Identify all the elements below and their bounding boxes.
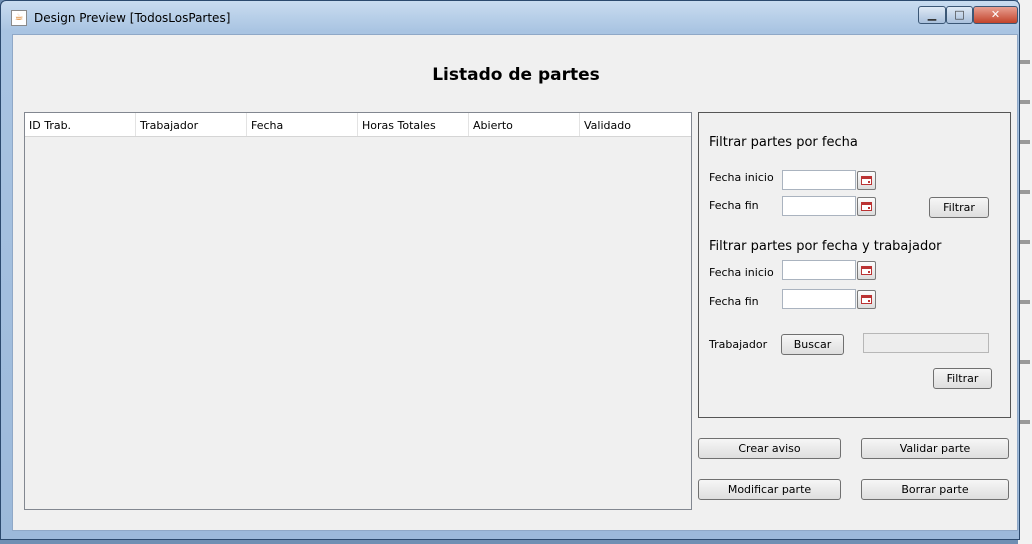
window-title: Design Preview [TodosLosPartes] (34, 11, 231, 25)
start-date-calendar-button[interactable] (857, 171, 876, 190)
column-header-id[interactable]: ID Trab. (25, 113, 136, 136)
calendar-icon (861, 266, 872, 275)
start-date-label: Fecha inicio (709, 171, 774, 184)
worker-end-date-label: Fecha fin (709, 295, 759, 308)
search-worker-button[interactable]: Buscar (781, 334, 844, 355)
filter-by-date-button[interactable]: Filtrar (929, 197, 989, 218)
calendar-icon (861, 202, 872, 211)
title-bar[interactable]: ☕ Design Preview [TodosLosPartes] ▁ □ ✕ (1, 1, 1019, 33)
worker-start-date-label: Fecha inicio (709, 266, 774, 279)
minimize-button[interactable]: ▁ (918, 6, 946, 24)
selected-worker-field (863, 333, 989, 353)
content-pane: Listado de partes ID Trab. Trabajador Fe… (12, 34, 1018, 531)
table-header: ID Trab. Trabajador Fecha Horas Totales … (25, 113, 691, 137)
end-date-calendar-button[interactable] (857, 197, 876, 216)
filter-by-date-worker-title: Filtrar partes por fecha y trabajador (709, 239, 942, 254)
create-notice-button[interactable]: Crear aviso (698, 438, 841, 459)
page-title: Listado de partes (432, 65, 600, 85)
worker-start-date-field[interactable] (782, 260, 856, 280)
calendar-icon (861, 295, 872, 304)
filter-by-date-title: Filtrar partes por fecha (709, 135, 858, 150)
maximize-button[interactable]: □ (946, 6, 973, 24)
end-date-field[interactable] (782, 196, 856, 216)
background-window-edge (1018, 0, 1032, 544)
column-header-validated[interactable]: Validado (580, 113, 691, 136)
worker-end-date-field[interactable] (782, 289, 856, 309)
filter-by-date-worker-button[interactable]: Filtrar (933, 368, 992, 389)
end-date-label: Fecha fin (709, 199, 759, 212)
worker-start-date-calendar-button[interactable] (857, 261, 876, 280)
validate-part-button[interactable]: Validar parte (861, 438, 1009, 459)
delete-part-button[interactable]: Borrar parte (861, 479, 1009, 500)
app-window: ☕ Design Preview [TodosLosPartes] ▁ □ ✕ … (0, 0, 1020, 540)
column-header-worker[interactable]: Trabajador (136, 113, 247, 136)
column-header-open[interactable]: Abierto (469, 113, 580, 136)
column-header-date[interactable]: Fecha (247, 113, 358, 136)
worker-end-date-calendar-button[interactable] (857, 290, 876, 309)
worker-label: Trabajador (709, 338, 768, 351)
close-button[interactable]: ✕ (973, 6, 1018, 24)
start-date-field[interactable] (782, 170, 856, 190)
column-header-total-hours[interactable]: Horas Totales (358, 113, 469, 136)
partes-table[interactable]: ID Trab. Trabajador Fecha Horas Totales … (24, 112, 692, 510)
filter-panel: Filtrar partes por fecha Fecha inicio Fe… (698, 112, 1011, 418)
modify-part-button[interactable]: Modificar parte (698, 479, 841, 500)
calendar-icon (861, 176, 872, 185)
java-icon: ☕ (11, 10, 27, 26)
